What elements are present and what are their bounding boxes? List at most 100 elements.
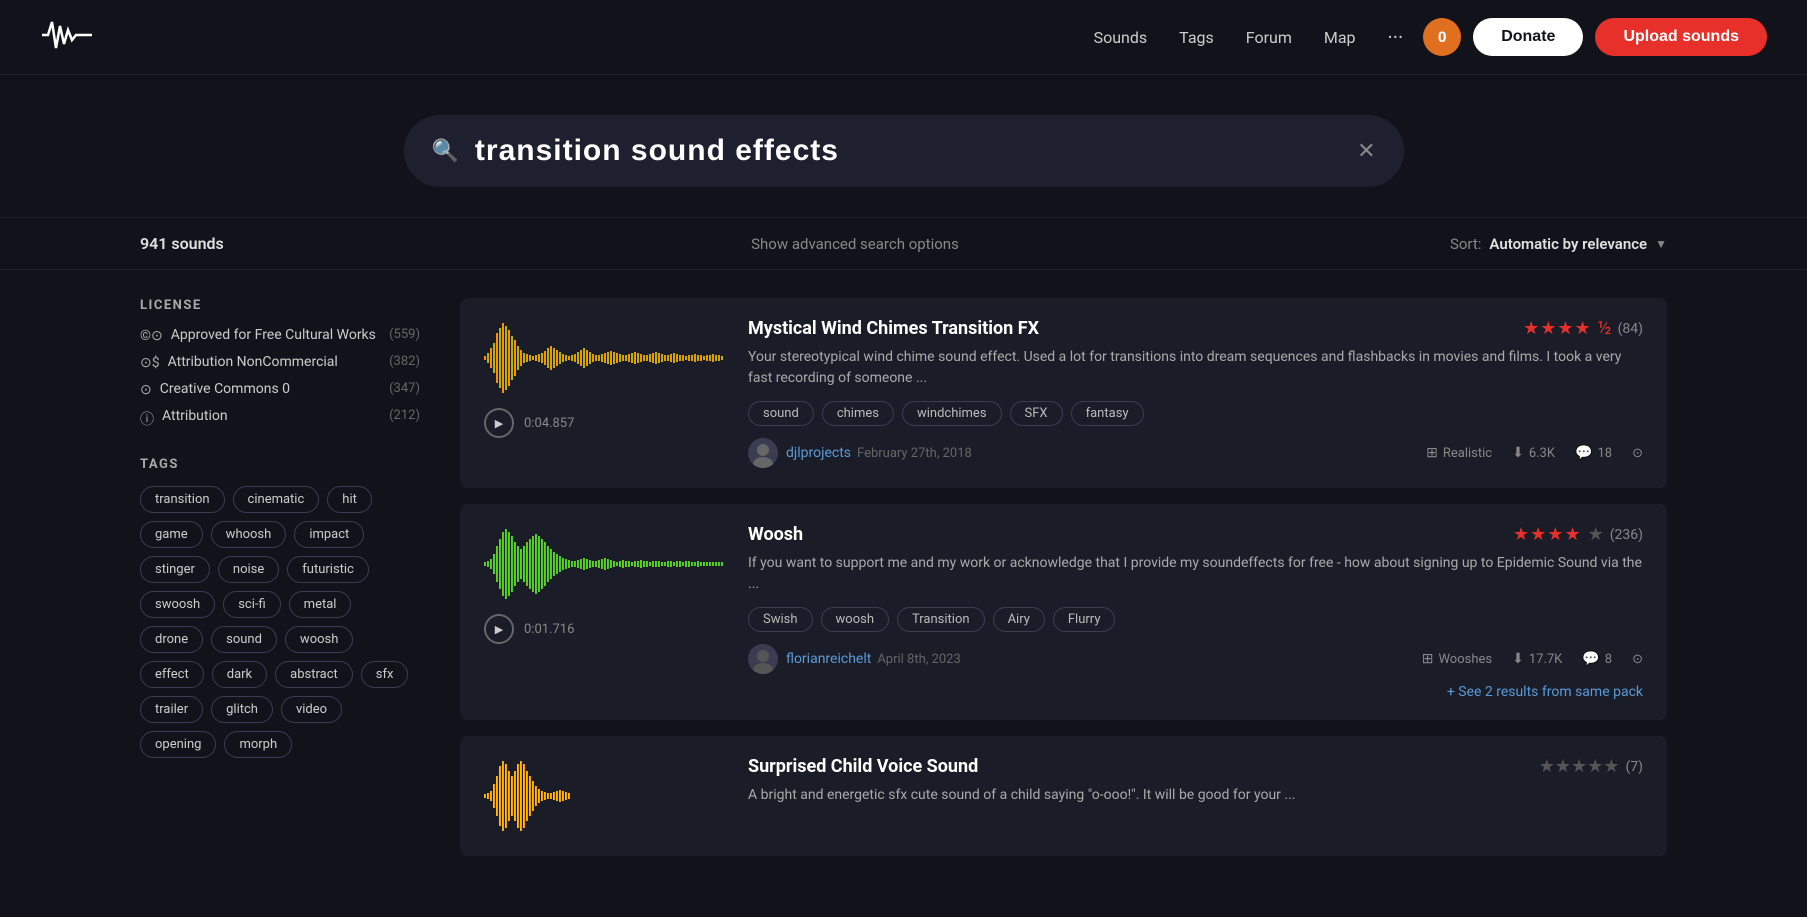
- sound-title-2: Woosh: [748, 524, 803, 545]
- sound-tag-transition[interactable]: Transition: [897, 607, 985, 632]
- meta-row-2: florianreichelt April 8th, 2023 ⊞ Wooshe…: [748, 644, 1643, 674]
- meta-row-1: djlprojects February 27th, 2018 ⊞ Realis…: [748, 438, 1643, 468]
- sound-desc-1: Your stereotypical wind chime sound effe…: [748, 347, 1643, 389]
- tag-woosh[interactable]: woosh: [285, 626, 353, 653]
- download-count-1: 6.3K: [1529, 446, 1555, 461]
- nav-tags[interactable]: Tags: [1179, 28, 1214, 47]
- player-row-1: ▶ 0:04.857: [484, 408, 724, 438]
- sound-tag-windchimes[interactable]: windchimes: [902, 401, 1002, 426]
- stars-1: ★★★★: [1523, 318, 1592, 339]
- download-count-2: 17.7K: [1529, 652, 1563, 667]
- download-icon-2: ⬇: [1512, 651, 1524, 667]
- results-list: ▶ 0:04.857 Mystical Wind Chimes Transiti…: [460, 298, 1667, 872]
- tag-dark[interactable]: dark: [212, 661, 267, 688]
- tags-row-1: sound chimes windchimes SFX fantasy: [748, 401, 1643, 426]
- sound-card-2-top: ▶ 0:01.716 Woosh ★★★★★ (236) If you want…: [484, 524, 1643, 700]
- license-name-0: Approved for Free Cultural Works: [171, 327, 381, 343]
- sound-tag-sound[interactable]: sound: [748, 401, 814, 426]
- tag-sound[interactable]: sound: [211, 626, 277, 653]
- sound-info-3: Surprised Child Voice Sound ★★★★★ (7) A …: [748, 756, 1643, 818]
- sound-tag-sfx[interactable]: SFX: [1010, 401, 1063, 426]
- play-button-2[interactable]: ▶: [484, 614, 514, 644]
- sound-card-3-top: Surprised Child Voice Sound ★★★★★ (7) A …: [484, 756, 1643, 840]
- avatar-2: [748, 644, 778, 674]
- tag-sfx[interactable]: sfx: [361, 661, 409, 688]
- tag-video[interactable]: video: [281, 696, 342, 723]
- meta-date-1: February 27th, 2018: [857, 446, 972, 461]
- download-icon-1: ⬇: [1512, 445, 1524, 461]
- tag-swoosh[interactable]: swoosh: [140, 591, 215, 618]
- tag-glitch[interactable]: glitch: [211, 696, 273, 723]
- sound-tag-chimes[interactable]: chimes: [822, 401, 894, 426]
- comment-icon-1: 💬: [1575, 445, 1592, 461]
- sound-title-1: Mystical Wind Chimes Transition FX: [748, 318, 1039, 339]
- sound-tag-flurry[interactable]: Flurry: [1053, 607, 1116, 632]
- tag-abstract[interactable]: abstract: [275, 661, 353, 688]
- license-badge-1: ⊙: [1632, 446, 1643, 461]
- duration-1: 0:04.857: [524, 416, 574, 431]
- sound-card-2: ▶ 0:01.716 Woosh ★★★★★ (236) If you want…: [460, 504, 1667, 720]
- notification-button[interactable]: 0: [1423, 18, 1461, 56]
- see-pack-link-2[interactable]: + See 2 results from same pack: [1447, 684, 1643, 700]
- user-link-2[interactable]: florianreichelt: [786, 651, 871, 667]
- meta-date-2: April 8th, 2023: [877, 652, 960, 667]
- license-count-3: (212): [389, 408, 420, 423]
- tag-hit[interactable]: hit: [327, 486, 372, 513]
- tag-sci-fi[interactable]: sci-fi: [223, 591, 280, 618]
- nav-sounds[interactable]: Sounds: [1094, 28, 1148, 47]
- sound-tag-airy[interactable]: Airy: [993, 607, 1045, 632]
- tag-opening[interactable]: opening: [140, 731, 216, 758]
- license-count-0: (559): [389, 327, 420, 342]
- clear-search-icon[interactable]: ✕: [1357, 139, 1375, 164]
- license-noncommercial[interactable]: ⊙$ Attribution NonCommercial (382): [140, 354, 420, 371]
- advanced-search-toggle[interactable]: Show advanced search options: [260, 235, 1450, 253]
- title-row-1: Mystical Wind Chimes Transition FX ★★★★½…: [748, 318, 1643, 339]
- license-cc0[interactable]: ⊙ Creative Commons 0 (347): [140, 381, 420, 398]
- search-input[interactable]: [475, 134, 1357, 168]
- cc-nc-icon: ⊙$: [140, 355, 160, 371]
- upload-button[interactable]: Upload sounds: [1595, 18, 1767, 56]
- meta-right-1: ⊞ Realistic ⬇ 6.3K 💬 18: [1426, 445, 1643, 461]
- tag-cinematic[interactable]: cinematic: [233, 486, 320, 513]
- tag-transition[interactable]: transition: [140, 486, 225, 513]
- tag-effect[interactable]: effect: [140, 661, 204, 688]
- license-attribution[interactable]: ⓘ Attribution (212): [140, 408, 420, 429]
- duration-2: 0:01.716: [524, 622, 574, 637]
- nav-more[interactable]: ···: [1388, 25, 1404, 49]
- sort-section: Sort: Automatic by relevance ▼: [1450, 235, 1667, 253]
- play-button-1[interactable]: ▶: [484, 408, 514, 438]
- sound-tag-swish[interactable]: Swish: [748, 607, 813, 632]
- tag-drone[interactable]: drone: [140, 626, 203, 653]
- tags-grid: transition cinematic hit game whoosh imp…: [140, 486, 420, 758]
- donate-button[interactable]: Donate: [1473, 18, 1583, 56]
- pack-link-row-2: + See 2 results from same pack: [748, 678, 1643, 700]
- comment-count-1: 18: [1597, 446, 1612, 461]
- title-row-2: Woosh ★★★★★ (236): [748, 524, 1643, 545]
- tag-trailer[interactable]: trailer: [140, 696, 203, 723]
- tag-morph[interactable]: morph: [224, 731, 292, 758]
- tag-stinger[interactable]: stinger: [140, 556, 210, 583]
- license-icon-1: ⊙: [1632, 446, 1643, 461]
- tag-metal[interactable]: metal: [289, 591, 352, 618]
- tags-section-title: TAGS: [140, 457, 420, 472]
- pack-1: ⊞ Realistic: [1426, 445, 1492, 461]
- sound-tag-fantasy[interactable]: fantasy: [1071, 401, 1144, 426]
- tag-whoosh[interactable]: whoosh: [211, 521, 287, 548]
- tag-game[interactable]: game: [140, 521, 203, 548]
- sidebar: LICENSE ©⊙ Approved for Free Cultural Wo…: [140, 298, 420, 872]
- nav-map[interactable]: Map: [1324, 28, 1356, 47]
- pack-2: ⊞ Wooshes: [1422, 651, 1492, 667]
- waveform-1: ▶ 0:04.857: [484, 318, 724, 438]
- sound-tag-woosh[interactable]: woosh: [821, 607, 889, 632]
- license-name-2: Creative Commons 0: [160, 381, 381, 397]
- license-free-cultural[interactable]: ©⊙ Approved for Free Cultural Works (559…: [140, 327, 420, 344]
- tag-futuristic[interactable]: futuristic: [287, 556, 369, 583]
- tag-noise[interactable]: noise: [218, 556, 279, 583]
- user-link-1[interactable]: djlprojects: [786, 445, 851, 461]
- tag-impact[interactable]: impact: [294, 521, 364, 548]
- sort-label: Sort:: [1450, 235, 1481, 253]
- nav-forum[interactable]: Forum: [1246, 28, 1292, 47]
- sort-dropdown-icon[interactable]: ▼: [1655, 237, 1667, 251]
- downloads-2: ⬇ 17.7K: [1512, 651, 1562, 667]
- meta-right-2: ⊞ Wooshes ⬇ 17.7K 💬 8: [1422, 651, 1643, 667]
